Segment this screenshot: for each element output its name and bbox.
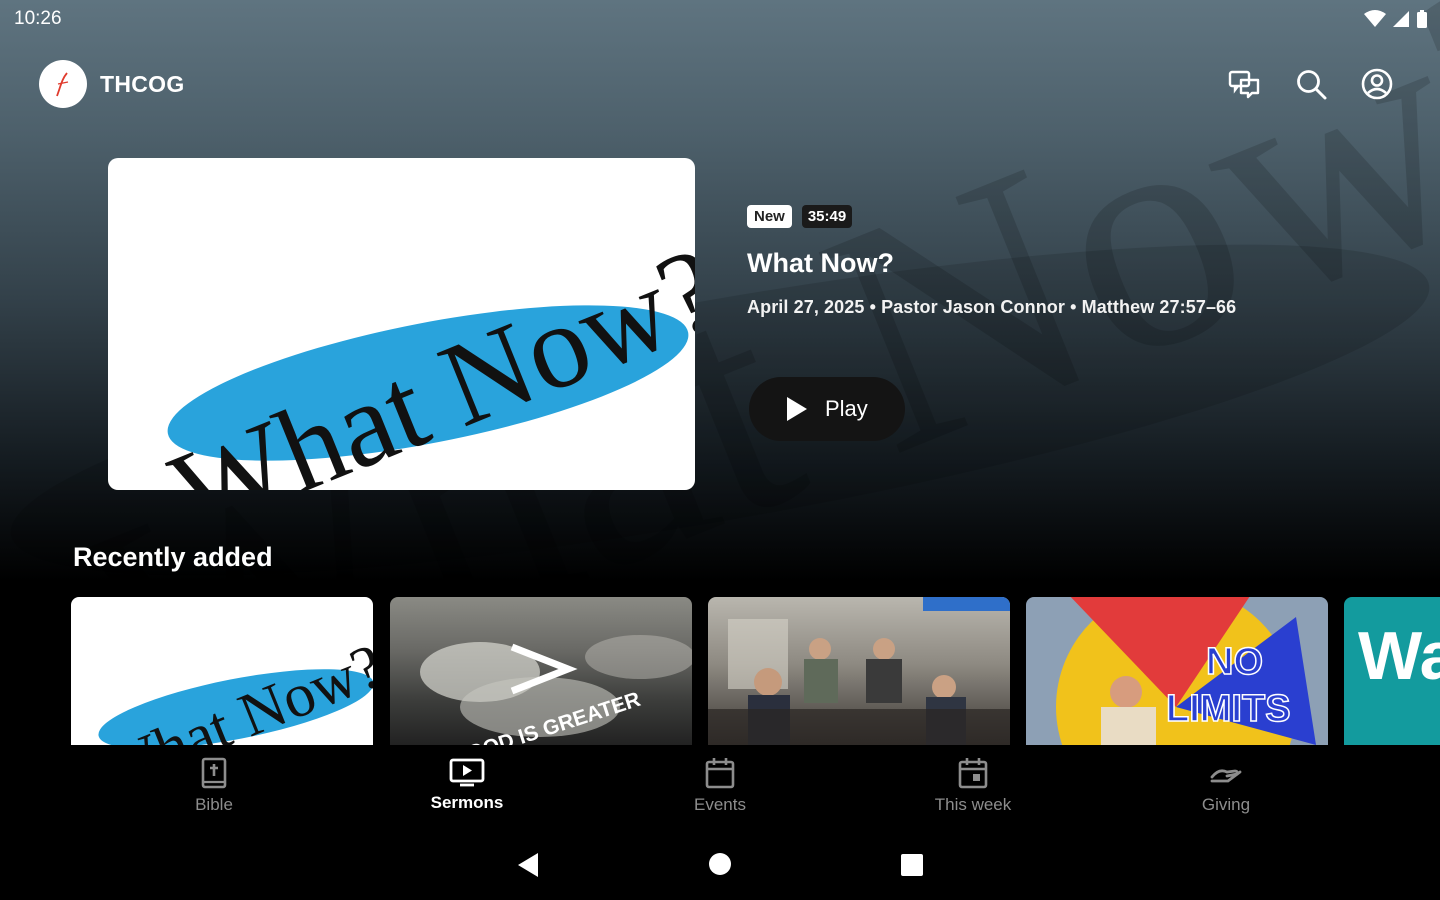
status-time: 10:26	[14, 8, 62, 29]
app-bar: THCOG	[0, 55, 1440, 115]
hero-artwork-graphic: What Now?	[154, 221, 695, 490]
card-art-text: Wa	[1358, 618, 1440, 694]
play-button[interactable]: Play	[749, 377, 905, 441]
recents-icon[interactable]	[900, 853, 924, 877]
card-art-text: What Now?	[91, 632, 373, 745]
nav-item-sermons[interactable]: Sermons	[387, 757, 547, 813]
bible-icon	[201, 757, 227, 789]
sermon-card-art: What Now?	[91, 632, 373, 745]
tv-icon	[449, 758, 485, 787]
nav-label-bible: Bible	[195, 795, 233, 814]
logo-mark-icon	[56, 72, 69, 97]
hero-title: What Now?	[747, 248, 894, 278]
hero-artwork-text: What Now?	[154, 221, 695, 490]
search-button[interactable]	[1292, 65, 1330, 103]
sermon-card[interactable]	[708, 597, 1010, 745]
signal-icon	[1393, 11, 1409, 27]
play-label: Play	[825, 396, 868, 421]
chat-button[interactable]	[1226, 65, 1264, 103]
wifi-icon	[1364, 10, 1386, 27]
home-icon[interactable]	[708, 852, 732, 876]
nav-item-bible[interactable]: Bible	[134, 757, 294, 815]
status-icons	[1364, 9, 1428, 29]
system-navigation-bar	[0, 825, 1440, 900]
nav-label-sermons: Sermons	[430, 793, 504, 812]
sermon-card[interactable]: NO LIMITS	[1026, 597, 1328, 745]
nav-label-events: Events	[694, 795, 746, 814]
app-logo[interactable]	[39, 60, 87, 108]
sermon-card[interactable]: Wa	[1344, 597, 1440, 745]
nav-label-giving: Giving	[1201, 795, 1251, 814]
top-actions	[1226, 65, 1396, 103]
duration-badge: 35:49	[801, 205, 853, 228]
nav-item-events[interactable]: Events	[640, 757, 800, 815]
sermon-card-art	[708, 597, 1010, 745]
new-badge: New	[747, 205, 792, 228]
card-art-text: LIMITS	[1166, 688, 1291, 730]
giving-icon	[1210, 769, 1242, 783]
sermon-card-art: NO LIMITS	[1056, 597, 1316, 745]
account-icon	[1361, 68, 1393, 100]
app-name: THCOG	[100, 71, 185, 97]
account-button[interactable]	[1358, 65, 1396, 103]
card-art-text: NO	[1206, 641, 1263, 683]
sermon-card-art: Wa	[1358, 618, 1440, 694]
recently-added-title: Recently added	[73, 542, 273, 572]
calendar-week-icon	[958, 758, 988, 789]
recently-added-carousel[interactable]: What Now? GOD IS GREATER NO LIMITS Wa	[71, 597, 1440, 745]
sermon-card[interactable]: What Now?	[71, 597, 373, 745]
hero-badges: New 35:49	[747, 205, 1397, 228]
back-icon[interactable]	[514, 851, 540, 879]
search-icon	[1297, 70, 1327, 100]
status-bar: 10:26	[0, 0, 1440, 38]
play-icon	[787, 397, 807, 421]
chat-icon	[1228, 70, 1260, 99]
bottom-navigation: Bible Sermons Events This week Giving	[0, 745, 1440, 825]
nav-label-this-week: This week	[934, 795, 1012, 814]
calendar-icon	[705, 758, 735, 789]
hero-info: New 35:49 What Now? April 27, 2025 • Pas…	[747, 205, 1397, 318]
hero-meta: April 27, 2025 • Pastor Jason Connor • M…	[747, 297, 1237, 317]
sermon-card[interactable]: GOD IS GREATER	[390, 597, 692, 745]
hero-artwork[interactable]: What Now?	[108, 158, 695, 490]
battery-icon	[1417, 10, 1427, 28]
nav-item-giving[interactable]: Giving	[1146, 757, 1306, 815]
sermon-card-art: GOD IS GREATER	[420, 635, 692, 745]
nav-item-this-week[interactable]: This week	[893, 757, 1053, 815]
